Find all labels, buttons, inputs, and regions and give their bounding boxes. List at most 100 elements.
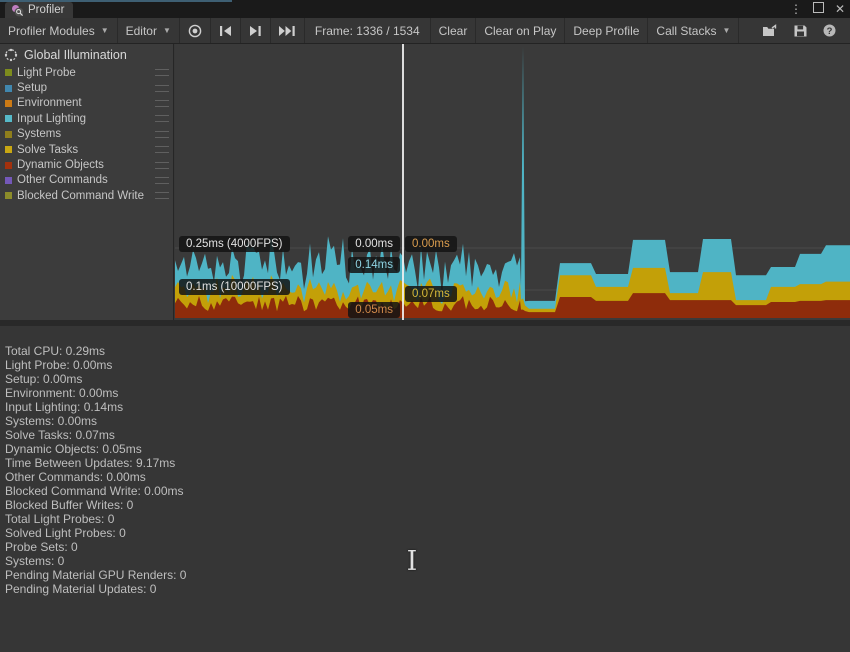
last-frame-icon — [278, 25, 297, 37]
stat-line: Pending Material GPU Renders: 0 — [5, 568, 850, 582]
legend-color-swatch — [5, 192, 12, 199]
module-title: Global Illumination — [24, 48, 127, 62]
drag-handle-icon[interactable] — [155, 131, 169, 138]
chart-marker-label: 0.07ms — [405, 286, 457, 302]
clear-on-play-label: Clear on Play — [484, 24, 556, 38]
stat-line: Light Probe: 0.00ms — [5, 358, 850, 372]
drag-handle-icon[interactable] — [155, 115, 169, 122]
legend-item-dynamic-objects[interactable]: Dynamic Objects — [0, 157, 173, 172]
drag-handle-icon[interactable] — [155, 146, 169, 153]
legend-item-environment[interactable]: Environment — [0, 96, 173, 111]
prev-frame-button[interactable] — [211, 18, 241, 43]
stat-line: Systems: 0.00ms — [5, 414, 850, 428]
stat-line: Pending Material Updates: 0 — [5, 582, 850, 596]
stat-line: Solve Tasks: 0.07ms — [5, 428, 850, 442]
frame-indicator: Frame: 1336 / 1534 — [305, 18, 431, 43]
legend-item-label: Input Lighting — [17, 113, 155, 125]
save-icon — [793, 24, 808, 38]
maximize-icon[interactable] — [813, 0, 824, 18]
chevron-down-icon: ▼ — [163, 26, 171, 35]
profiler-window: Profiler ⋮ ✕ Profiler Modules ▼ Editor ▼ — [0, 0, 850, 652]
legend-item-label: Systems — [17, 128, 155, 140]
chart-marker-label: 0.05ms — [348, 302, 400, 318]
drag-handle-icon[interactable] — [155, 162, 169, 169]
selected-frame-line — [402, 44, 404, 320]
context-menu-button[interactable]: ⋮ — [844, 18, 850, 43]
chart-marker-label: 0.1ms (10000FPS) — [179, 279, 290, 295]
legend-item-label: Other Commands — [17, 174, 155, 186]
profiler-modules-label: Profiler Modules — [8, 24, 95, 38]
stat-line: Total CPU: 0.29ms — [5, 344, 850, 358]
legend-item-label: Dynamic Objects — [17, 159, 155, 171]
next-frame-button[interactable] — [241, 18, 271, 43]
legend-item-light-probe[interactable]: Light Probe — [0, 65, 173, 80]
call-stacks-label: Call Stacks — [656, 24, 716, 38]
deep-profile-label: Deep Profile — [573, 24, 639, 38]
open-folder-icon — [762, 24, 779, 38]
profiler-icon — [11, 4, 24, 17]
record-icon — [187, 23, 203, 39]
stat-line: Dynamic Objects: 0.05ms — [5, 442, 850, 456]
help-button[interactable]: ? — [815, 18, 844, 43]
module-header[interactable]: Global Illumination — [0, 44, 173, 65]
drag-handle-icon[interactable] — [155, 85, 169, 92]
tab-profiler[interactable]: Profiler — [5, 2, 73, 18]
legend-color-swatch — [5, 177, 12, 184]
stat-line: Solved Light Probes: 0 — [5, 526, 850, 540]
legend-item-blocked-command-write[interactable]: Blocked Command Write — [0, 188, 173, 203]
chart-marker-label: 0.00ms — [405, 236, 457, 252]
drag-handle-icon[interactable] — [155, 177, 169, 184]
editor-label: Editor — [126, 24, 157, 38]
legend-color-swatch — [5, 131, 12, 138]
chart-marker-label: 0.25ms (4000FPS) — [179, 236, 290, 252]
editor-dropdown[interactable]: Editor ▼ — [118, 18, 180, 43]
legend-item-other-commands[interactable]: Other Commands — [0, 173, 173, 188]
stat-line: Input Lighting: 0.14ms — [5, 400, 850, 414]
stat-line: Probe Sets: 0 — [5, 540, 850, 554]
legend-color-swatch — [5, 100, 12, 107]
legend-color-swatch — [5, 115, 12, 122]
load-profile-button[interactable] — [755, 18, 786, 43]
legend-item-label: Blocked Command Write — [17, 190, 155, 202]
window-menu-icon[interactable]: ⋮ — [790, 1, 802, 17]
legend-item-systems[interactable]: Systems — [0, 127, 173, 142]
drag-handle-icon[interactable] — [155, 69, 169, 76]
toolbar: Profiler Modules ▼ Editor ▼ — [0, 18, 850, 44]
global-illumination-icon — [4, 48, 18, 62]
stat-line: Time Between Updates: 9.17ms — [5, 456, 850, 470]
stat-line: Environment: 0.00ms — [5, 386, 850, 400]
legend-item-label: Solve Tasks — [17, 144, 155, 156]
svg-text:?: ? — [827, 26, 833, 37]
legend-color-swatch — [5, 146, 12, 153]
stat-line: Setup: 0.00ms — [5, 372, 850, 386]
record-button[interactable] — [180, 18, 211, 43]
close-icon[interactable]: ✕ — [835, 1, 845, 17]
stat-line: Blocked Buffer Writes: 0 — [5, 498, 850, 512]
chart-marker-label: 0.00ms — [348, 236, 400, 252]
legend-color-swatch — [5, 69, 12, 76]
save-profile-button[interactable] — [786, 18, 815, 43]
deep-profile-button[interactable]: Deep Profile — [565, 18, 648, 43]
call-stacks-dropdown[interactable]: Call Stacks ▼ — [648, 18, 739, 43]
stat-line: Blocked Command Write: 0.00ms — [5, 484, 850, 498]
help-icon: ? — [822, 23, 837, 38]
legend-color-swatch — [5, 85, 12, 92]
module-sidebar: Global Illumination Light ProbeSetup Envi… — [0, 44, 174, 320]
legend-item-input-lighting[interactable]: Input Lighting — [0, 111, 173, 126]
current-frame-button[interactable] — [271, 18, 305, 43]
drag-handle-icon[interactable] — [155, 192, 169, 199]
stat-line: Systems: 0 — [5, 554, 850, 568]
legend-item-setup[interactable]: Setup — [0, 80, 173, 95]
clear-button[interactable]: Clear — [431, 18, 477, 43]
legend-item-solve-tasks[interactable]: Solve Tasks — [0, 142, 173, 157]
prev-frame-icon — [218, 25, 233, 37]
chart-area[interactable]: 0.25ms (4000FPS) 0.1ms (10000FPS) 0.00ms 0.… — [175, 44, 850, 322]
legend-color-swatch — [5, 162, 12, 169]
series-area-cyan — [175, 46, 850, 318]
clear-on-play-button[interactable]: Clear on Play — [476, 18, 565, 43]
legend-item-label: Environment — [17, 97, 155, 109]
details-pane: Total CPU: 0.29msLight Probe: 0.00msSetu… — [0, 326, 850, 652]
profiler-modules-dropdown[interactable]: Profiler Modules ▼ — [0, 18, 118, 43]
clear-label: Clear — [439, 24, 468, 38]
drag-handle-icon[interactable] — [155, 100, 169, 107]
